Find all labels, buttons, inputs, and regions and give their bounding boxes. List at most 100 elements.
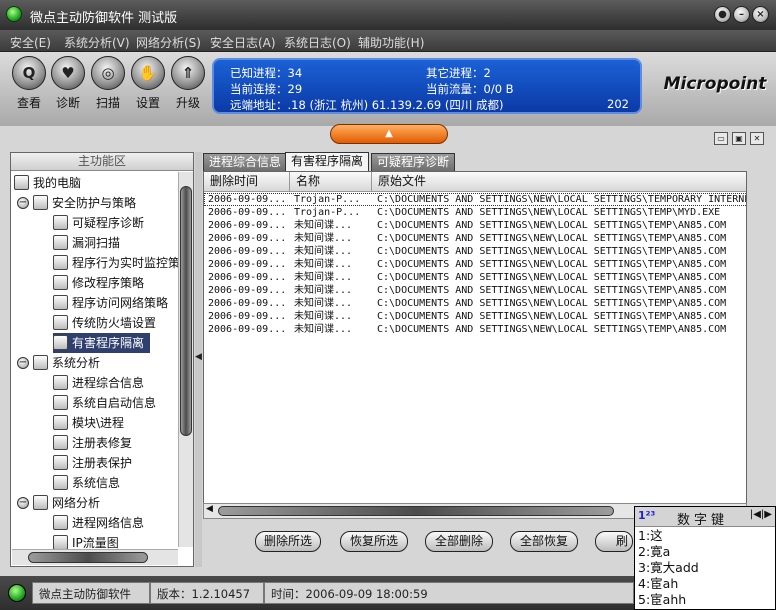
- cell-delete-time: 2006-09-09...: [208, 220, 287, 231]
- cell-delete-time: 2006-09-09...: [208, 246, 287, 257]
- table-row[interactable]: 2006-09-09... 未知间谍... C:\DOCUMENTS AND SET…: [204, 284, 746, 297]
- tree-item[interactable]: 修改程序策略: [53, 273, 144, 293]
- table-row[interactable]: 2006-09-09... Trojan-P... C:\DOCUMENTS AND…: [204, 206, 746, 219]
- table-row[interactable]: 2006-09-09... Trojan-P... C:\DOCUMENTS AND…: [204, 193, 747, 206]
- ime-candidate[interactable]: 3:寛大add: [638, 560, 699, 576]
- tree-toggle-icon[interactable]: −: [17, 497, 29, 509]
- panel-max-icon[interactable]: ▣: [732, 132, 746, 145]
- tree-toggle-icon[interactable]: −: [17, 357, 29, 369]
- tree-item[interactable]: 系统分析: [33, 353, 100, 373]
- tree-item[interactable]: 有害程序隔离: [53, 333, 151, 353]
- table-row[interactable]: 2006-09-09... 未知间谍... C:\DOCUMENTS AND SET…: [204, 323, 746, 336]
- menu-network-analysis[interactable]: 网络分析(S): [136, 34, 201, 51]
- restore-all-button[interactable]: 全部恢复: [510, 531, 578, 552]
- menu-system-analysis[interactable]: 系统分析(V): [64, 34, 130, 51]
- left-horizontal-scrollbar[interactable]: [12, 549, 178, 565]
- refresh-button[interactable]: 刷: [595, 531, 633, 552]
- restore-button[interactable]: ●: [714, 6, 731, 23]
- menu-security-log[interactable]: 安全日志(A): [210, 34, 276, 51]
- tree-item[interactable]: 系统自启动信息: [53, 393, 156, 413]
- col-original-file[interactable]: 原始文件: [372, 172, 746, 191]
- tree-item[interactable]: 可疑程序诊断: [53, 213, 144, 233]
- upgrade-icon: ⇑: [171, 56, 205, 90]
- tree-item[interactable]: 进程综合信息: [53, 373, 144, 393]
- tree-item[interactable]: 模块\进程: [53, 413, 124, 433]
- ime-candidate[interactable]: 4:宦ah: [638, 576, 678, 592]
- cell-original-file: C:\DOCUMENTS AND SETTINGS\NEW\LOCAL SETT…: [377, 285, 727, 296]
- ime-page-nav-icon[interactable]: |◀|▶: [750, 509, 772, 520]
- tree-item[interactable]: 注册表修复: [53, 433, 132, 453]
- tab-process-info[interactable]: 进程综合信息: [203, 153, 288, 171]
- cell-name: 未知间谍...: [294, 233, 353, 244]
- table-row[interactable]: 2006-09-09... 未知间谍... C:\DOCUMENTS AND SET…: [204, 245, 746, 258]
- table-row[interactable]: 2006-09-09... 未知间谍... C:\DOCUMENTS AND SET…: [204, 258, 746, 271]
- scroll-left-icon[interactable]: ◀: [206, 504, 213, 514]
- ime-mode-icon[interactable]: 1²³: [638, 509, 655, 522]
- delete-selected-button[interactable]: 删除所选: [255, 531, 321, 552]
- col-name[interactable]: 名称: [290, 172, 372, 191]
- table-header: 删除时间 名称 原始文件: [204, 172, 746, 192]
- remote-address: 远端地址：.18 (浙江 杭州) 61.139.2.69 (四川 成都): [230, 98, 504, 112]
- view-label: 查看: [16, 96, 41, 110]
- minimize-button[interactable]: –: [733, 6, 750, 23]
- tree-item[interactable]: 进程网络信息: [53, 513, 144, 533]
- restore-selected-button[interactable]: 恢复所选: [340, 531, 408, 552]
- tree-toggle-icon[interactable]: −: [17, 197, 29, 209]
- app-icon: [6, 6, 22, 22]
- tree-item-label: 传统防火墙设置: [72, 316, 157, 330]
- view-button[interactable]: Q 查看: [10, 56, 48, 122]
- table-hscroll-thumb[interactable]: [218, 506, 614, 516]
- ime-header: 1²³ 数字键 |◀|▶: [635, 507, 775, 528]
- tree-item-label: 修改程序策略: [72, 276, 145, 290]
- ime-candidate[interactable]: 1:这: [638, 528, 663, 544]
- tab-quarantine[interactable]: 有害程序隔离: [285, 152, 370, 172]
- status-app-name: 微点主动防御软件: [32, 582, 150, 604]
- table-row[interactable]: 2006-09-09... 未知间谍... C:\DOCUMENTS AND SET…: [204, 297, 746, 310]
- scan-button[interactable]: ◎ 扫描: [89, 56, 127, 122]
- cell-name: 未知间谍...: [294, 285, 353, 296]
- table-row[interactable]: 2006-09-09... 未知间谍... C:\DOCUMENTS AND SET…: [204, 219, 746, 232]
- tree-item-label: 注册表修复: [72, 436, 133, 450]
- table-row[interactable]: 2006-09-09... 未知间谍... C:\DOCUMENTS AND SET…: [204, 310, 746, 323]
- tree-item[interactable]: 程序访问网络策略: [53, 293, 168, 313]
- menu-system-log[interactable]: 系统日志(O): [284, 34, 351, 51]
- ime-candidate[interactable]: 5:宦ahh: [638, 592, 686, 608]
- scroll-thumb[interactable]: [180, 186, 192, 436]
- tree-item[interactable]: 注册表保护: [53, 453, 132, 473]
- settings-button[interactable]: ✋ 设置: [129, 56, 167, 122]
- status-icon: [8, 584, 26, 602]
- panel-close-icon[interactable]: ✕: [750, 132, 764, 145]
- cell-original-file: C:\DOCUMENTS AND SETTINGS\NEW\LOCAL SETT…: [377, 324, 727, 335]
- diagnose-button[interactable]: ♥ 诊断: [49, 56, 87, 122]
- collapse-toggle[interactable]: ▲: [330, 124, 448, 144]
- tree-item[interactable]: 传统防火墙设置: [53, 313, 156, 333]
- tree-item[interactable]: 我的电脑: [14, 173, 81, 193]
- tree-item-label: 注册表保护: [72, 456, 133, 470]
- hscroll-thumb[interactable]: [28, 552, 148, 563]
- panel-splitter[interactable]: ◀: [195, 152, 202, 567]
- close-button[interactable]: ×: [752, 6, 769, 23]
- table-row[interactable]: 2006-09-09... 未知间谍... C:\DOCUMENTS AND SET…: [204, 232, 746, 245]
- cell-original-file: C:\DOCUMENTS AND SETTINGS\NEW\LOCAL SETT…: [377, 233, 727, 244]
- cell-delete-time: 2006-09-09...: [208, 259, 287, 270]
- main-function-panel: 主功能区 我的电脑 − 安全防护与策略 可疑程序诊断 漏洞扫描 程序行为实时监控策 修改程序…: [10, 152, 194, 567]
- tree-item[interactable]: 程序行为实时监控策: [53, 253, 180, 273]
- menu-tools[interactable]: 辅助功能(H): [358, 34, 424, 51]
- col-delete-time[interactable]: 删除时间: [204, 172, 290, 191]
- tab-suspicious-diagnose[interactable]: 可疑程序诊断: [371, 153, 456, 171]
- upgrade-button[interactable]: ⇑ 升级: [169, 56, 207, 122]
- tree-item[interactable]: 系统信息: [53, 473, 120, 493]
- panel-restore-icon[interactable]: ▭: [714, 132, 728, 145]
- other-processes: 其它进程：2: [426, 66, 491, 80]
- tree-item[interactable]: 网络分析: [33, 493, 100, 513]
- cell-original-file: C:\DOCUMENTS AND SETTINGS\NEW\LOCAL SETT…: [377, 194, 747, 205]
- tree-item[interactable]: 漏洞扫描: [53, 233, 120, 253]
- ime-candidate[interactable]: 2:寛a: [638, 544, 670, 560]
- delete-all-button[interactable]: 全部删除: [425, 531, 493, 552]
- left-vertical-scrollbar[interactable]: [178, 172, 193, 547]
- menu-security[interactable]: 安全(E): [10, 34, 51, 51]
- tree-item-label: 我的电脑: [33, 176, 82, 190]
- diagnose-icon: [53, 215, 68, 230]
- table-row[interactable]: 2006-09-09... 未知间谍... C:\DOCUMENTS AND SET…: [204, 271, 746, 284]
- tree-item[interactable]: 安全防护与策略: [33, 193, 136, 213]
